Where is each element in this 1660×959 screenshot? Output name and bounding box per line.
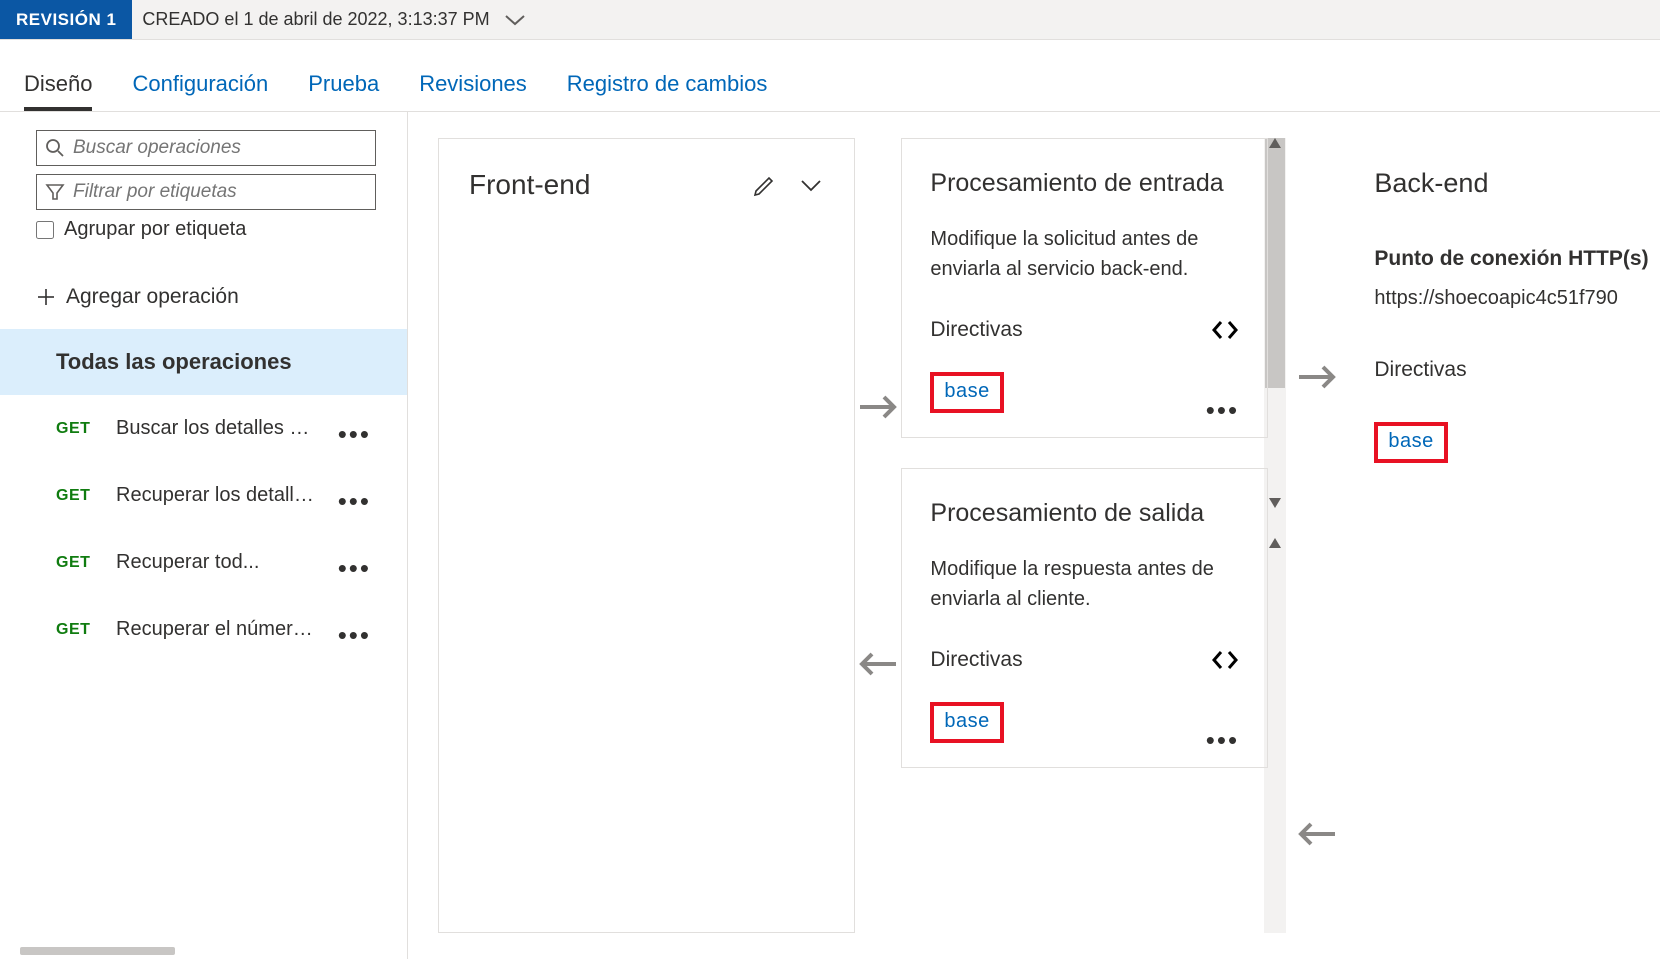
tab-changelog[interactable]: Registro de cambios [567,71,768,111]
operation-item[interactable]: GET Recuperar los detalles... ••• [0,462,407,529]
tab-test[interactable]: Prueba [308,71,379,111]
operation-item[interactable]: GET Buscar los detalles de... ••• [0,395,407,462]
inbound-description: Modifique la solicitud antes de enviarla… [930,224,1239,284]
outbound-title: Procesamiento de salida [930,499,1239,528]
tab-revisions[interactable]: Revisiones [419,71,527,111]
processing-column: Procesamiento de entrada Modifique la so… [901,138,1268,933]
operation-method: GET [56,487,98,505]
more-icon[interactable]: ••• [338,555,371,571]
backend-endpoint-url: https://shoecoapic4c51f790 [1374,287,1660,310]
more-icon[interactable]: ••• [1206,737,1239,743]
pencil-icon[interactable] [752,172,778,198]
operation-method: GET [56,621,98,639]
all-operations-item[interactable]: Todas las operaciones [0,329,407,395]
arrow-column [855,138,901,933]
operation-method: GET [56,554,98,572]
operation-method: GET [56,420,98,438]
revision-badge: REVISIÓN 1 [0,0,132,39]
inbound-title: Procesamiento de entrada [930,169,1239,198]
design-canvas: Front-end [408,112,1660,959]
revision-created-text: CREADO el 1 de abril de 2022, 3:13:37 PM [132,0,525,39]
filter-tags-input[interactable] [73,181,367,203]
group-by-tag-label: Agrupar por etiqueta [64,218,246,241]
scroll-down-icon[interactable] [1267,496,1283,510]
arrow-right-icon [858,393,898,421]
arrow-right-icon [1297,363,1337,391]
outbound-card: Procesamiento de salida Modifique la res… [901,468,1268,768]
plus-icon [36,287,66,307]
add-operation-label: Agregar operación [66,285,239,309]
operations-sidebar: Agrupar por etiqueta Agregar operación T… [0,112,408,959]
backend-base-tag[interactable]: base [1374,422,1447,463]
filter-tags-box[interactable] [36,174,376,210]
operation-label: Buscar los detalles de... [116,417,320,440]
arrow-left-icon [858,650,898,678]
operation-item[interactable]: GET Recuperar tod... ••• [0,529,407,596]
processing-scrollbar-thumb[interactable] [1265,138,1285,388]
inbound-card: Procesamiento de entrada Modifique la so… [901,138,1268,438]
filter-icon [45,182,65,202]
inbound-directives-label: Directivas [930,318,1022,342]
chevron-down-icon[interactable] [504,13,526,27]
more-icon[interactable]: ••• [338,488,371,504]
backend-card: Back-end Punto de conexión HTTP(s) https… [1340,138,1660,933]
content-area: Agrupar por etiqueta Agregar operación T… [0,112,1660,959]
add-operation-button[interactable]: Agregar operación [36,285,407,309]
arrow-column [1294,138,1340,933]
revision-created-label: CREADO el 1 de abril de 2022, 3:13:37 PM [142,9,489,30]
more-icon[interactable]: ••• [1206,407,1239,413]
group-by-tag-row[interactable]: Agrupar por etiqueta [36,218,371,241]
outbound-directives-label: Directivas [930,648,1022,672]
frontend-title: Front-end [469,169,752,201]
code-icon[interactable] [1211,649,1239,671]
search-operations-box[interactable] [36,130,376,166]
arrow-left-icon [1297,820,1337,848]
outbound-base-tag[interactable]: base [930,702,1003,743]
group-by-tag-checkbox[interactable] [36,221,54,239]
operation-label: Recuperar el número... [116,618,320,641]
tab-design[interactable]: Diseño [24,71,92,111]
backend-endpoint-label: Punto de conexión HTTP(s) [1374,247,1660,271]
operation-label: Recuperar tod... [116,551,320,574]
search-operations-input[interactable] [73,137,367,159]
outbound-description: Modifique la respuesta antes de enviarla… [930,554,1239,614]
more-icon[interactable]: ••• [338,421,371,437]
operation-item[interactable]: GET Recuperar el número... ••• [0,596,407,663]
revision-bar: REVISIÓN 1 CREADO el 1 de abril de 2022,… [0,0,1660,40]
scroll-up-icon[interactable] [1267,136,1283,150]
backend-directives-label: Directivas [1374,358,1660,382]
search-icon [45,138,65,158]
tab-config[interactable]: Configuración [132,71,268,111]
operation-label: Recuperar los detalles... [116,484,320,507]
code-icon[interactable] [1211,319,1239,341]
chevron-down-icon[interactable] [798,177,824,193]
backend-title: Back-end [1374,168,1660,199]
inbound-base-tag[interactable]: base [930,372,1003,413]
scroll-up-icon[interactable] [1267,536,1283,550]
more-icon[interactable]: ••• [338,622,371,638]
frontend-card: Front-end [438,138,855,933]
tab-bar: Diseño Configuración Prueba Revisiones R… [0,40,1660,112]
sidebar-scrollbar[interactable] [20,947,175,955]
